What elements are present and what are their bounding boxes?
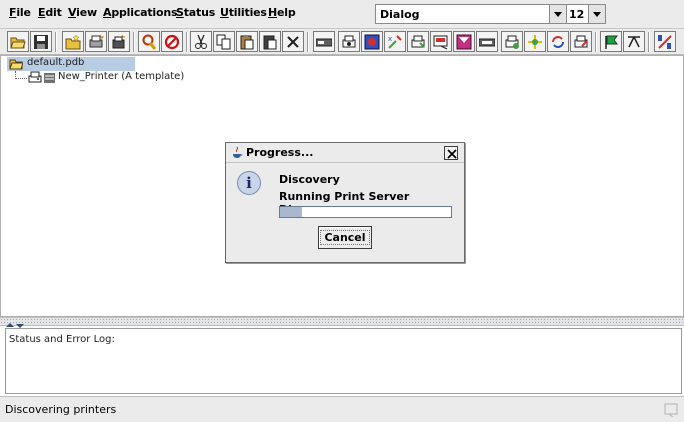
delete-icon[interactable] (282, 31, 304, 52)
printer-edit-icon[interactable] (570, 31, 592, 52)
toolbar-separator (595, 32, 597, 52)
font-size-dropdown-button[interactable] (588, 5, 605, 23)
printer-config-icon[interactable] (407, 31, 429, 52)
menu-edit[interactable]: Edit (38, 6, 62, 19)
font-family-dropdown-button[interactable] (549, 5, 566, 23)
cut-icon[interactable] (190, 31, 212, 52)
chevron-down-icon (593, 12, 601, 17)
new-folder-icon[interactable] (62, 31, 84, 52)
new-item-icon[interactable] (108, 31, 130, 52)
info-icon: i (237, 171, 261, 195)
transfer-icon[interactable] (623, 31, 645, 52)
printer-icon (28, 71, 42, 88)
cancel-button-label: Cancel (320, 230, 370, 245)
dialog-title: Progress... (246, 146, 314, 159)
driver-icon[interactable] (361, 31, 383, 52)
toolbar-separator (133, 32, 135, 52)
paste-special-icon[interactable] (259, 31, 281, 52)
toolbar: x (0, 28, 684, 55)
svg-text:x: x (388, 35, 392, 43)
dialog-title-bar[interactable]: Progress... (226, 143, 464, 163)
split-pane-divider[interactable] (0, 317, 684, 328)
progress-dialog: Progress... i Discovery Running Print Se… (225, 142, 465, 263)
refresh-icon[interactable] (547, 31, 569, 52)
dialog-heading: Discovery (279, 173, 340, 186)
copy-icon[interactable] (213, 31, 235, 52)
toolbar-separator (55, 32, 57, 52)
menu-view[interactable]: View (68, 6, 97, 19)
paste-icon[interactable] (236, 31, 258, 52)
menu-applications[interactable]: Applications (103, 6, 178, 19)
menu-status[interactable]: Status (176, 6, 215, 19)
toolbar-separator (186, 32, 188, 52)
progress-bar-fill (280, 207, 303, 217)
status-bar: Discovering printers (0, 396, 684, 422)
log-label: Status and Error Log: (9, 334, 115, 345)
tree-connector (15, 78, 27, 79)
menu-help[interactable]: Help (268, 6, 296, 19)
save-icon[interactable] (30, 31, 52, 52)
stop-icon[interactable] (161, 31, 183, 52)
flag-icon[interactable] (600, 31, 622, 52)
menu-file[interactable]: File (9, 6, 31, 19)
find-icon[interactable] (138, 31, 160, 52)
toolbar-separator (307, 32, 309, 52)
font-size-select[interactable]: 12 (566, 4, 606, 24)
toolbar-separator (648, 32, 650, 52)
device-bar-icon[interactable] (476, 31, 498, 52)
font-family-value: Dialog (380, 8, 420, 21)
dialog-close-button[interactable] (444, 146, 458, 160)
cancel-button[interactable]: Cancel (318, 226, 372, 249)
printer-settings-icon[interactable] (338, 31, 360, 52)
compass-icon[interactable] (524, 31, 546, 52)
printer-network-icon[interactable] (501, 31, 523, 52)
new-printer-icon[interactable] (85, 31, 107, 52)
device-icon[interactable] (313, 31, 335, 52)
filter-icon[interactable] (453, 31, 475, 52)
resize-grip-icon[interactable] (664, 403, 678, 420)
progress-bar (279, 206, 452, 218)
tree-printer-label: New_Printer (A template) (58, 71, 185, 82)
font-size-value: 12 (569, 8, 585, 21)
tree-node-root[interactable]: default.pdb (7, 57, 135, 71)
open-folder-icon[interactable] (7, 31, 29, 52)
menu-utilities[interactable]: Utilities (220, 6, 267, 19)
tree-root-label: default.pdb (27, 57, 85, 68)
template-icon (44, 73, 55, 86)
status-text: Discovering printers (5, 403, 117, 416)
close-icon (447, 149, 457, 159)
folder-icon (9, 58, 24, 73)
menu-bar: File Edit View Applications Status Utili… (0, 0, 684, 28)
font-family-select[interactable]: Dialog (375, 4, 566, 24)
tool-icon[interactable]: x (384, 31, 406, 52)
chevron-down-icon (554, 12, 562, 17)
status-error-log[interactable]: Status and Error Log: (5, 328, 682, 394)
queue-icon[interactable] (430, 31, 452, 52)
java-icon (231, 146, 243, 163)
split-icon[interactable] (654, 31, 676, 52)
